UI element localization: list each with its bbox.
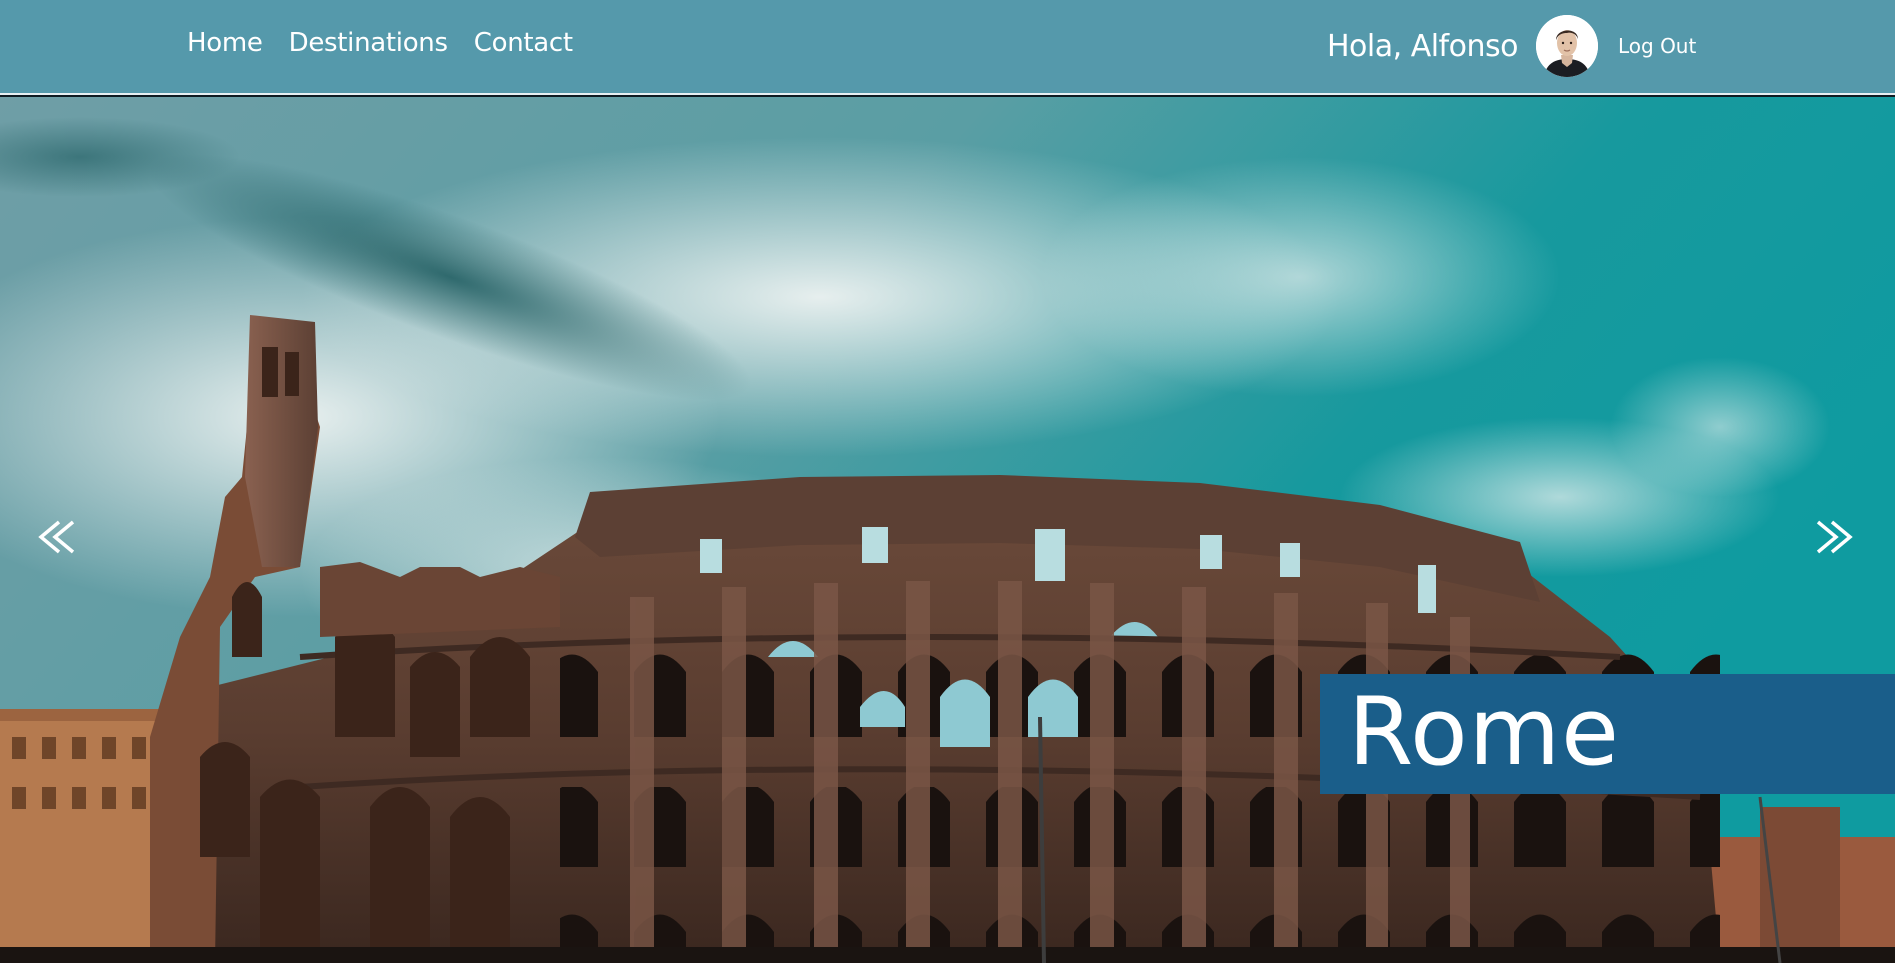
nav-destinations-link[interactable]: Destinations [289, 28, 448, 58]
carousel-prev-button[interactable] [33, 512, 83, 562]
hero-carousel: Rome [0, 97, 1895, 963]
user-greeting: Hola, Alfonso [1327, 28, 1518, 64]
destination-caption: Rome [1320, 674, 1895, 794]
user-area: Hola, Alfonso Log Out [1327, 14, 1696, 78]
user-avatar-icon[interactable] [1535, 15, 1598, 77]
chevron-double-left-icon [38, 520, 75, 554]
nav-contact-link[interactable]: Contact [474, 28, 573, 58]
main-nav: Home Destinations Contact [187, 28, 573, 58]
carousel-next-button[interactable] [1808, 512, 1858, 562]
hero-image-colosseum [0, 97, 1895, 963]
logout-link[interactable]: Log Out [1618, 34, 1696, 58]
nav-home-link[interactable]: Home [187, 28, 263, 58]
chevron-double-right-icon [1816, 520, 1853, 554]
top-navigation-bar: Home Destinations Contact Hola, Alfonso … [0, 0, 1895, 95]
destination-title: Rome [1348, 678, 1621, 787]
